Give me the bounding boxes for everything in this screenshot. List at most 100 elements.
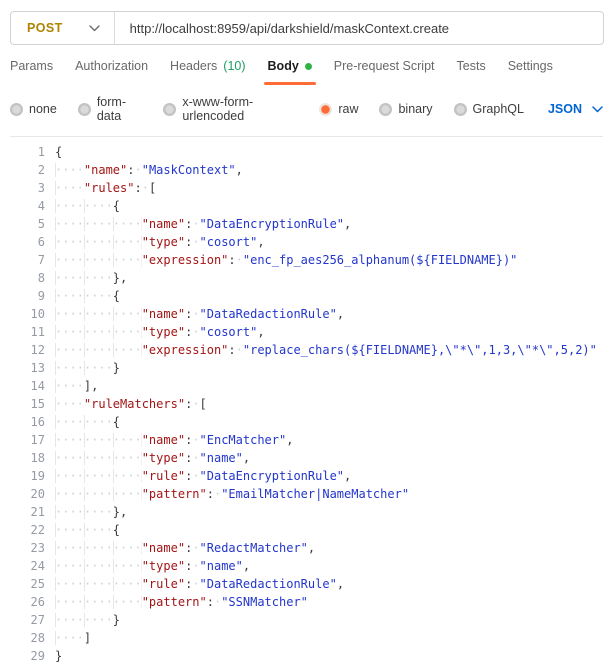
whitespace-dots: ···· — [55, 631, 84, 645]
json-punctuation: { — [55, 145, 63, 159]
code-line[interactable]: 16 ········{ — [0, 413, 611, 431]
code-line[interactable]: 23 ············"name":·"RedactMatcher", — [0, 539, 611, 557]
radio-form-data[interactable]: form-data — [77, 95, 143, 123]
tab-settings[interactable]: Settings — [507, 55, 554, 85]
line-content: ········}, — [55, 269, 127, 287]
radio-binary[interactable]: binary — [379, 102, 433, 116]
code-line[interactable]: 26 ············"pattern":·"SSNMatcher" — [0, 593, 611, 611]
tab-authorization[interactable]: Authorization — [74, 55, 149, 85]
json-string: "EmailMatcher|NameMatcher" — [221, 487, 410, 501]
json-key: "type" — [141, 451, 186, 465]
code-line[interactable]: 18 ············"type":·"name", — [0, 449, 611, 467]
line-content: ············"type":·"name", — [55, 449, 250, 467]
code-line[interactable]: 19 ············"rule":·"DataEncryptionRul… — [0, 467, 611, 485]
whitespace-dots: · — [192, 397, 200, 411]
code-line[interactable]: 13 ········} — [0, 359, 611, 377]
line-number: 6 — [37, 235, 45, 249]
headers-count-badge: (10) — [223, 59, 246, 73]
json-punctuation: : — [228, 343, 236, 357]
code-line[interactable]: 4 ········{ — [0, 197, 611, 215]
whitespace-dots: ········ — [55, 415, 113, 429]
radio-icon[interactable] — [379, 102, 393, 116]
code-line[interactable]: 25 ············"rule":·"DataRedactionRule… — [0, 575, 611, 593]
tab-headers[interactable]: Headers (10) — [169, 55, 246, 85]
code-line[interactable]: 8 ········}, — [0, 269, 611, 287]
radio-graphql[interactable]: GraphQL — [453, 102, 524, 116]
method-selector[interactable]: POST — [11, 12, 114, 44]
language-label: JSON — [547, 102, 582, 116]
whitespace-dots: ········ — [55, 523, 113, 537]
chevron-down-icon[interactable] — [592, 105, 603, 113]
json-punctuation: , — [242, 559, 251, 573]
line-number: 7 — [37, 253, 45, 267]
whitespace-dots: ···· — [55, 181, 84, 195]
json-string: "RedactMatcher" — [199, 541, 308, 555]
whitespace-dots: · — [141, 181, 149, 195]
code-line[interactable]: 12 ············"expression":·"replace_cha… — [0, 341, 611, 359]
code-line[interactable]: 14 ····], — [0, 377, 611, 395]
radio-icon[interactable] — [453, 102, 467, 116]
url-bar: POST — [10, 11, 604, 45]
code-line[interactable]: 28 ····] — [0, 629, 611, 647]
tab-label: Authorization — [75, 59, 149, 73]
line-content: ····"ruleMatchers":·[ — [55, 395, 207, 413]
json-key: "name" — [141, 307, 186, 321]
json-string: "DataEncryptionRule" — [199, 469, 345, 483]
radio-x-www-form-urlencoded[interactable]: x-www-form-urlencoded — [163, 95, 298, 123]
tab-body[interactable]: Body — [263, 55, 317, 85]
json-string: "DataRedactionRule" — [199, 307, 337, 321]
json-punctuation: : — [134, 181, 142, 195]
code-line[interactable]: 2 ····"name":·"MaskContext", — [0, 161, 611, 179]
json-punctuation: : — [206, 595, 214, 609]
line-number: 27 — [30, 613, 45, 627]
json-string: "DataRedactionRule" — [199, 577, 337, 591]
tab-params[interactable]: Params — [9, 55, 54, 85]
radio-icon[interactable] — [10, 102, 23, 116]
code-line[interactable]: 11 ············"type":·"cosort", — [0, 323, 611, 341]
line-number: 5 — [37, 217, 45, 231]
code-line[interactable]: 24 ············"type":·"name", — [0, 557, 611, 575]
radio-icon[interactable] — [163, 102, 177, 116]
tab-tests[interactable]: Tests — [456, 55, 487, 85]
line-number: 29 — [30, 649, 45, 663]
whitespace-dots: · — [235, 343, 243, 357]
code-line[interactable]: 6 ············"type":·"cosort", — [0, 233, 611, 251]
raw-body-editor[interactable]: 1{2 ····"name":·"MaskContext", 3 ····"rules… — [0, 137, 611, 665]
json-key: "type" — [141, 559, 186, 573]
url-input[interactable] — [114, 12, 603, 44]
json-string: "cosort" — [199, 235, 258, 249]
radio-icon[interactable] — [319, 102, 333, 116]
code-line[interactable]: 29} — [0, 647, 611, 665]
code-line[interactable]: 22 ········{ — [0, 521, 611, 539]
code-line[interactable]: 7 ············"expression":·"enc_fp_aes25… — [0, 251, 611, 269]
tab-label: Body — [267, 59, 299, 73]
radio-none[interactable]: none — [10, 102, 57, 116]
code-line[interactable]: 15 ····"ruleMatchers":·[ — [0, 395, 611, 413]
url-row: POST — [10, 11, 604, 45]
line-number: 23 — [30, 541, 45, 555]
whitespace-dots: ············ — [55, 433, 142, 447]
language-selector[interactable]: JSON — [548, 102, 603, 116]
radio-raw[interactable]: raw — [319, 102, 358, 116]
code-line[interactable]: 1{ — [0, 143, 611, 161]
whitespace-dots: ············ — [55, 253, 142, 267]
code-line[interactable]: 17 ············"name":·"EncMatcher", — [0, 431, 611, 449]
body-modified-dot-icon — [304, 62, 312, 70]
chevron-down-icon[interactable] — [88, 24, 100, 32]
code-line[interactable]: 10 ············"name":·"DataRedactionRule… — [0, 305, 611, 323]
line-number: 25 — [30, 577, 45, 591]
tab-label: Pre-request Script — [333, 59, 435, 73]
code-line[interactable]: 27 ········} — [0, 611, 611, 629]
code-line[interactable]: 5 ············"name":·"DataEncryptionRule… — [0, 215, 611, 233]
line-content: ············"name":·"DataRedactionRule", — [55, 305, 344, 323]
line-number: 20 — [30, 487, 45, 501]
tab-pre-request-script[interactable]: Pre-request Script — [333, 55, 436, 85]
code-line[interactable]: 3 ····"rules":·[ — [0, 179, 611, 197]
radio-icon[interactable] — [77, 102, 91, 116]
json-key: "pattern" — [141, 595, 207, 609]
code-line[interactable]: 9 ········{ — [0, 287, 611, 305]
code-line[interactable]: 21 ········}, — [0, 503, 611, 521]
code-line[interactable]: 20 ············"pattern":·"EmailMatcher|N… — [0, 485, 611, 503]
json-punctuation: ] — [83, 631, 92, 645]
line-content: ····] — [55, 629, 91, 647]
